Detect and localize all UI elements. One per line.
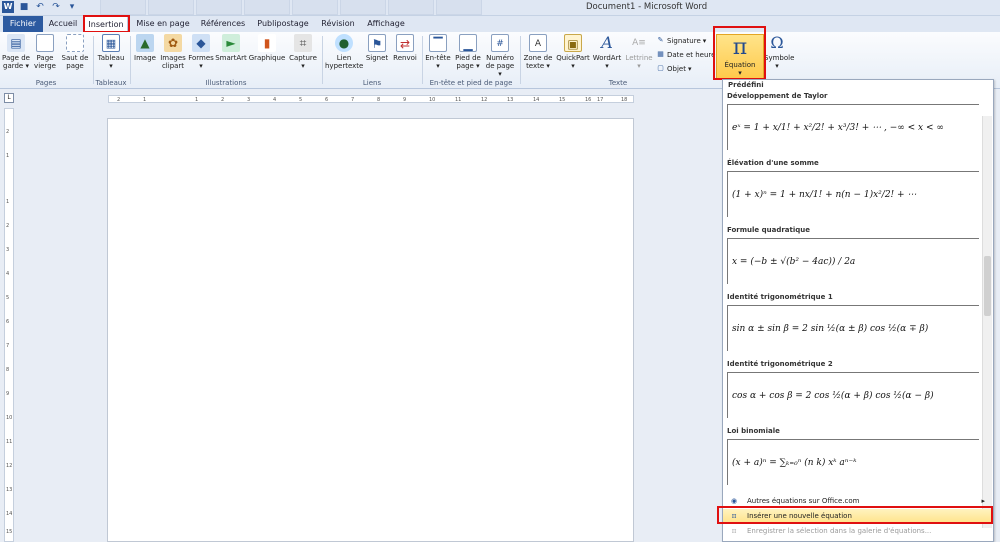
save-to-gallery-icon: π — [731, 527, 737, 535]
equation-button[interactable]: π Équation ▾ — [716, 34, 764, 80]
page-number-icon: # — [491, 34, 509, 52]
title-bar: W ■ ↶ ↷ ▾ Document1 - Microsoft Word — [0, 0, 1000, 16]
scrollbar-thumb[interactable] — [984, 256, 991, 316]
signature-button[interactable]: ✎ Signature ▾ — [656, 36, 707, 45]
pi-icon: π — [731, 512, 737, 520]
picture-icon: ▲ — [136, 34, 154, 52]
text-box-icon: A — [529, 34, 547, 52]
wordart-icon: A — [601, 33, 613, 52]
en-tete-button[interactable]: ▔ En-tête ▾ — [424, 34, 452, 70]
bookmark-icon: ⚑ — [368, 34, 386, 52]
formes-button[interactable]: ◆ Formes ▾ — [188, 34, 214, 70]
group-entete-label: En-tête et pied de page — [429, 79, 513, 87]
vertical-ruler[interactable]: 2 1 1 2 3 4 5 6 7 8 9 10 11 12 13 14 15 — [4, 108, 14, 542]
more-equations-office-item[interactable]: ◉ Autres équations sur Office.com ▸ — [723, 494, 993, 508]
date-heure-button[interactable]: ▦ Date et heure — [656, 50, 715, 59]
zone-de-texte-button[interactable]: A Zone de texte ▾ — [522, 34, 554, 70]
tab-affichage[interactable]: Affichage — [364, 16, 408, 32]
omega-icon: Ω — [770, 33, 784, 52]
table-icon: ▦ — [102, 34, 120, 52]
insert-new-equation-item[interactable]: π Insérer une nouvelle équation — [723, 509, 993, 523]
save-selection-to-gallery-item[interactable]: π Enregistrer la sélection dans la galer… — [723, 524, 993, 538]
tab-mise-en-page[interactable]: Mise en page — [134, 16, 192, 32]
capture-button[interactable]: ⌗ Capture ▾ — [287, 34, 319, 70]
chart-icon: ▮ — [258, 34, 276, 52]
word-logo-icon[interactable]: W — [2, 1, 14, 13]
clipart-icon: ✿ — [164, 34, 182, 52]
gallery-header: Prédéfini — [728, 81, 764, 89]
ruler-tab-selector[interactable]: L — [4, 93, 14, 103]
page-de-garde-button[interactable]: ▤ Page de garde ▾ — [2, 34, 30, 70]
tab-accueil[interactable]: Accueil — [46, 16, 80, 32]
hyperlink-icon: ● — [335, 34, 353, 52]
wordart-button[interactable]: A WordArt ▾ — [591, 33, 623, 71]
ribbon-tabs: Fichier Accueil Insertion Mise en page R… — [0, 16, 1000, 32]
equation-item-taylor[interactable]: Développement de Taylor eˣ = 1 + x/1! + … — [727, 92, 979, 150]
undo-icon[interactable]: ↶ — [34, 1, 46, 13]
equation-item-elevation-somme[interactable]: Élévation d'une somme (1 + x)ⁿ = 1 + nx/… — [727, 159, 979, 217]
cross-reference-icon: ⇄ — [396, 34, 414, 52]
smartart-icon: ► — [222, 34, 240, 52]
object-icon: ▢ — [657, 64, 664, 72]
images-clipart-button[interactable]: ✿ Images clipart — [159, 34, 187, 70]
quick-access-toolbar: W ■ ↶ ↷ ▾ — [2, 1, 78, 13]
quickpart-button[interactable]: ▣ QuickPart ▾ — [556, 34, 590, 70]
tableau-button[interactable]: ▦ Tableau ▾ — [96, 34, 126, 70]
document-page[interactable] — [107, 118, 634, 542]
shapes-icon: ◆ — [192, 34, 210, 52]
tab-references[interactable]: Références — [198, 16, 248, 32]
signature-icon: ✎ — [657, 36, 664, 44]
symbole-button[interactable]: Ω Symbole ▾ — [764, 33, 794, 71]
graphique-button[interactable]: ▮ Graphique — [248, 34, 286, 62]
tab-revision[interactable]: Révision — [318, 16, 358, 32]
lettrine-button[interactable]: A≡ Lettrine ▾ — [624, 34, 654, 70]
pi-icon: π — [732, 35, 748, 60]
window-title: Document1 - Microsoft Word — [586, 2, 708, 12]
cover-page-icon: ▤ — [7, 34, 25, 52]
objet-button[interactable]: ▢ Objet ▾ — [656, 64, 691, 73]
image-button[interactable]: ▲ Image — [133, 34, 157, 62]
equation-gallery: Prédéfini Développement de Taylor eˣ = 1… — [722, 79, 994, 542]
horizontal-ruler[interactable]: 2 1 1 2 3 4 5 6 7 8 9 10 11 12 13 14 15 … — [108, 95, 634, 103]
quickpart-icon: ▣ — [564, 34, 582, 52]
group-pages-label: Pages — [35, 79, 57, 87]
group-tableaux-label: Tableaux — [95, 79, 127, 87]
save-icon[interactable]: ■ — [18, 1, 30, 13]
footer-icon: ▁ — [459, 34, 477, 52]
lien-hypertexte-button[interactable]: ● Lien hypertexte — [325, 34, 363, 70]
group-liens-label: Liens — [362, 79, 382, 87]
submenu-arrow-icon: ▸ — [981, 497, 985, 505]
renvoi-button[interactable]: ⇄ Renvoi — [391, 34, 419, 62]
calendar-icon: ▦ — [657, 50, 664, 58]
office-online-icon: ◉ — [730, 497, 738, 505]
saut-de-page-button[interactable]: Saut de page — [60, 34, 90, 70]
tab-publipostage[interactable]: Publipostage — [254, 16, 312, 32]
tab-insertion[interactable]: Insertion — [84, 16, 128, 32]
equation-item-quadratique[interactable]: Formule quadratique x = (−b ± √(b² − 4ac… — [727, 226, 979, 284]
page-vierge-button[interactable]: Page vierge — [32, 34, 58, 70]
group-illustrations-label: Illustrations — [205, 79, 247, 87]
gallery-scrollbar[interactable] — [982, 116, 992, 528]
drop-cap-icon: A≡ — [632, 38, 646, 48]
background-windows — [100, 0, 482, 15]
signet-button[interactable]: ⚑ Signet — [365, 34, 389, 62]
redo-icon[interactable]: ↷ — [50, 1, 62, 13]
customize-qat-icon[interactable]: ▾ — [66, 1, 78, 13]
tab-fichier[interactable]: Fichier — [3, 16, 43, 32]
screenshot-icon: ⌗ — [294, 34, 312, 52]
equation-item-trigo-1[interactable]: Identité trigonométrique 1 sin α ± sin β… — [727, 293, 979, 351]
pied-de-page-button[interactable]: ▁ Pied de page ▾ — [453, 34, 483, 70]
page-break-icon — [66, 34, 84, 52]
blank-page-icon — [36, 34, 54, 52]
equation-item-binomiale[interactable]: Loi binomiale (x + a)ⁿ = ∑ₖ₌₀ⁿ (n k) xᵏ … — [727, 427, 979, 485]
equation-item-trigo-2[interactable]: Identité trigonométrique 2 cos α + cos β… — [727, 360, 979, 418]
header-icon: ▔ — [429, 34, 447, 52]
smartart-button[interactable]: ► SmartArt — [215, 34, 247, 62]
group-texte-label: Texte — [608, 79, 628, 87]
numero-de-page-button[interactable]: # Numéro de page ▾ — [484, 34, 516, 78]
